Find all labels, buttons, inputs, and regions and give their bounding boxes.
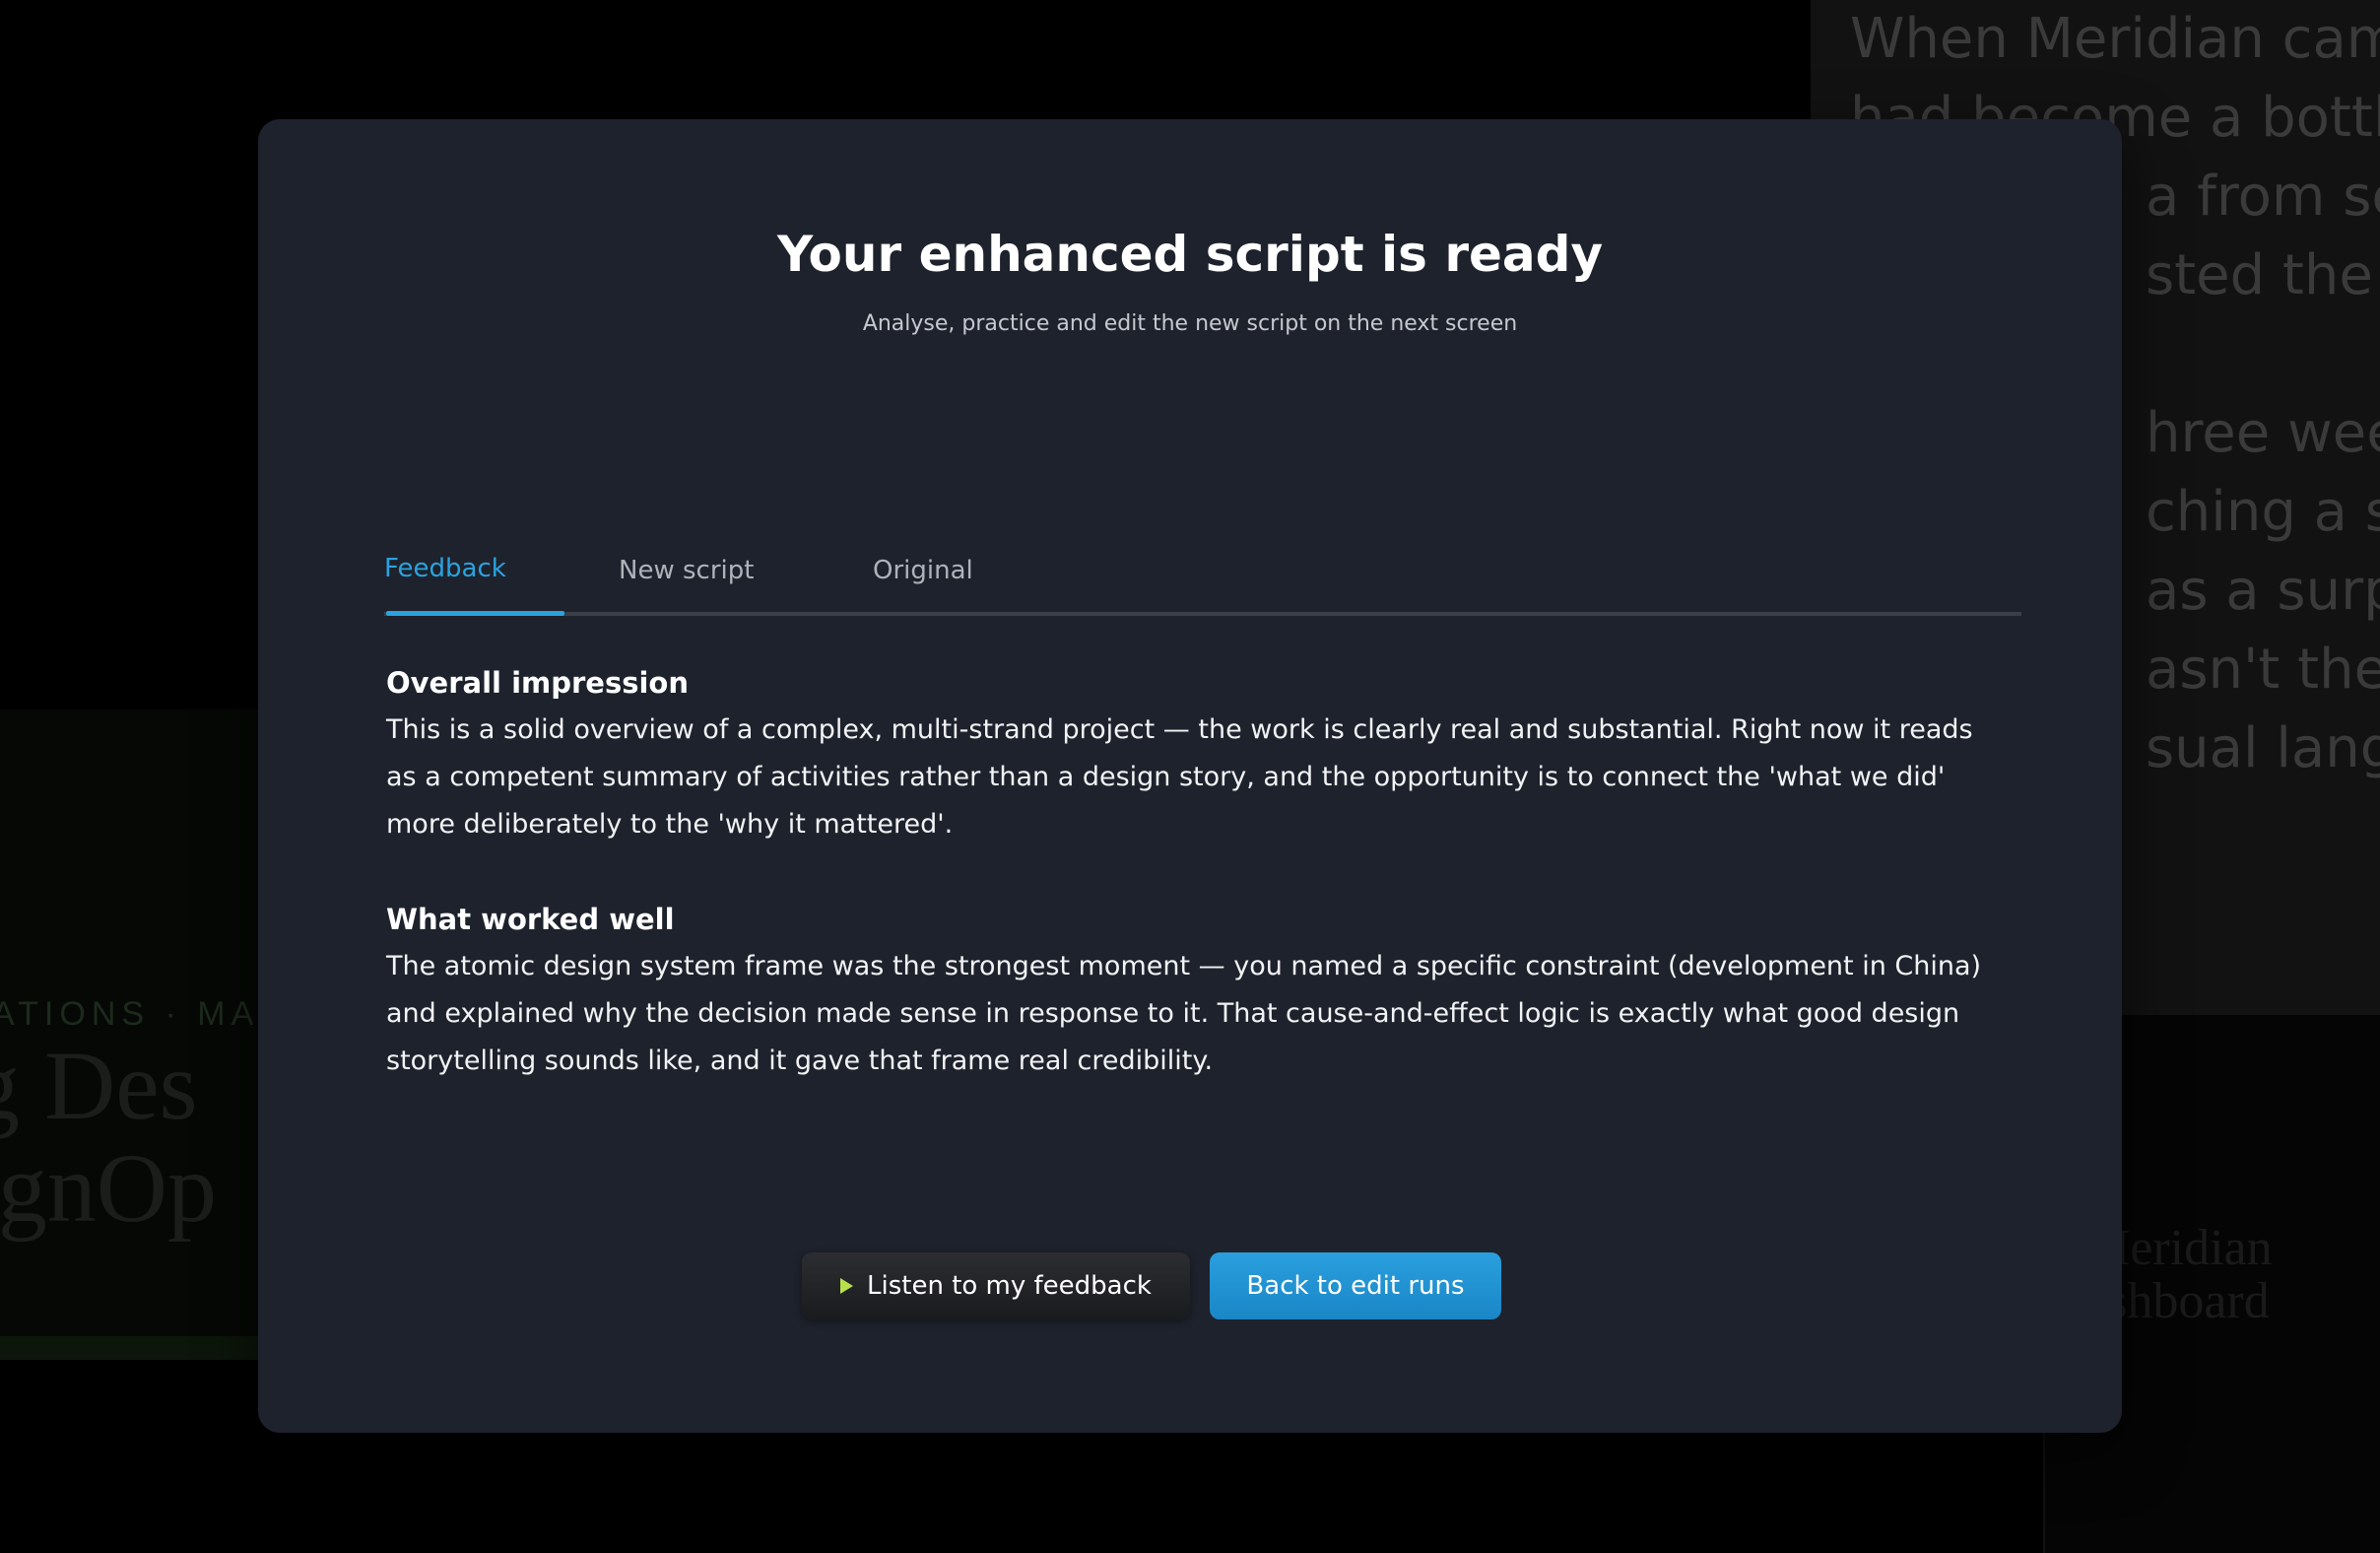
background-card-title-line: g Des <box>0 1031 198 1140</box>
section-heading: What worked well <box>386 903 675 936</box>
background-card-title-line: ignOp <box>0 1133 217 1243</box>
background-card-eyebrow: ATIONS · MA <box>0 995 260 1033</box>
background-card-title: g Des ignOp <box>0 1035 217 1240</box>
section-body: The atomic design system frame was the s… <box>386 951 1982 1076</box>
modal-title: Your enhanced script is ready <box>776 226 1604 283</box>
background-card-strip <box>0 1336 266 1360</box>
back-to-edit-runs-label: Back to edit runs <box>1246 1271 1465 1301</box>
background-line: When Meridian came <box>1850 7 2380 71</box>
screen: When Meridian came had become a bottlen … <box>0 0 2380 1553</box>
feedback-section-worked-well: What worked well The atomic design syste… <box>386 896 1982 1085</box>
play-icon <box>840 1278 853 1294</box>
modal-subtitle: Analyse, practice and edit the new scrip… <box>862 311 1518 336</box>
enhanced-script-modal: Your enhanced script is ready Analyse, p… <box>258 119 2122 1433</box>
listen-feedback-label: Listen to my feedback <box>867 1271 1152 1301</box>
section-body: This is a solid overview of a complex, m… <box>386 714 1973 840</box>
back-to-edit-runs-button[interactable]: Back to edit runs <box>1210 1252 1501 1319</box>
listen-feedback-button[interactable]: Listen to my feedback <box>802 1252 1190 1319</box>
feedback-content: Overall impression This is a solid overv… <box>386 561 1982 1085</box>
feedback-section-overall: Overall impression This is a solid overv… <box>386 659 1982 848</box>
section-heading: Overall impression <box>386 666 689 700</box>
